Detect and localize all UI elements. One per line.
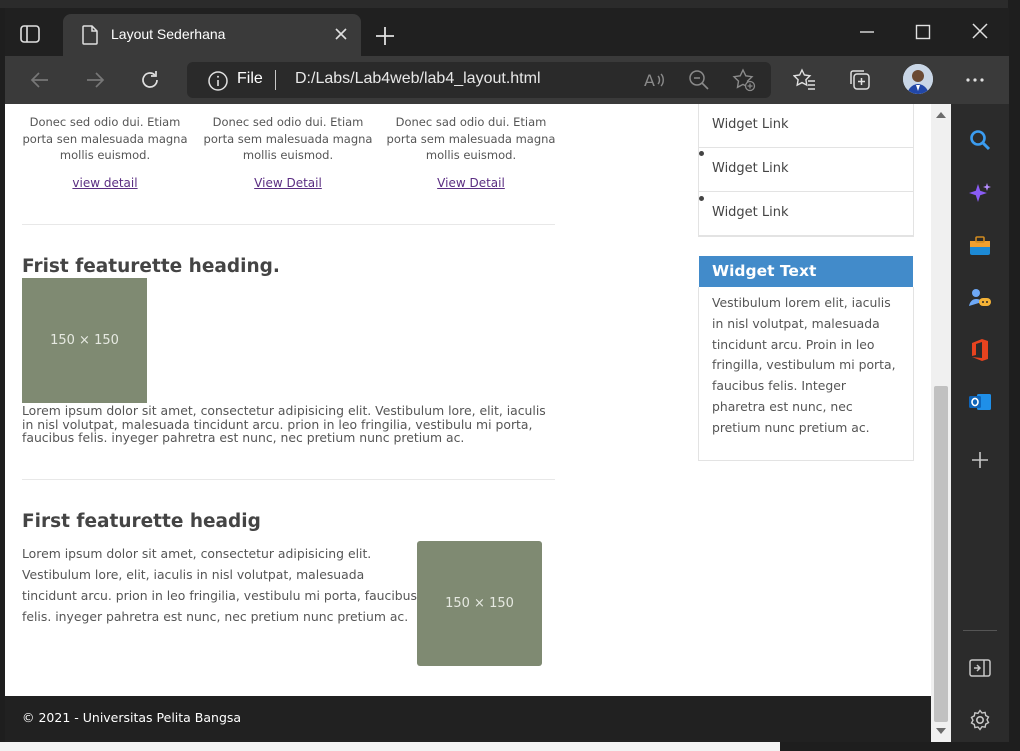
page-viewport: Donec sed odio dui. Etiam porta sen male… <box>5 104 931 742</box>
outlook-icon[interactable] <box>968 390 992 414</box>
tab-actions-icon[interactable] <box>19 24 43 46</box>
view-detail-link[interactable]: view detail <box>72 176 137 190</box>
widget-text-body: Vestibulum lorem elit, iaculis in nisl v… <box>712 295 896 435</box>
settings-icon[interactable] <box>968 708 992 732</box>
tab-title: Layout Sederhana <box>111 26 226 42</box>
widget-text-title: Widget Text <box>699 256 913 287</box>
close-icon[interactable] <box>333 26 349 42</box>
title-bar: Layout Sederhana <box>5 8 1009 56</box>
minimize-icon[interactable] <box>857 22 877 42</box>
address-url[interactable]: D:/Labs/Lab4web/lab4_layout.html <box>295 70 541 88</box>
widget-link-label: Widget Link <box>712 117 789 132</box>
collections-icon[interactable] <box>848 68 872 92</box>
widget-links-box: Widget Link Widget Link Widget Link <box>698 104 914 237</box>
background-editor-top <box>0 0 1020 8</box>
vertical-scrollbar[interactable] <box>931 104 951 742</box>
scroll-up-icon[interactable] <box>936 112 946 118</box>
featurette-text: Lorem ipsum dolor sit amet, consectetur … <box>22 546 417 624</box>
office-icon[interactable] <box>968 338 992 362</box>
hide-sidebar-icon[interactable] <box>968 656 992 680</box>
list-bullet <box>699 196 704 201</box>
page-icon <box>81 25 99 45</box>
feature-column: Donec sed odio dui. Etiam porta sen male… <box>20 114 190 191</box>
widget-link[interactable]: Widget Link <box>699 192 913 236</box>
background-editor-bottom <box>0 742 1020 751</box>
feature-column: Donec sad odio dui. Etiam porta sem male… <box>386 114 556 191</box>
more-icon[interactable] <box>963 68 987 92</box>
view-detail-link[interactable]: View Detail <box>254 176 322 190</box>
search-icon[interactable] <box>968 128 992 152</box>
back-arrow-icon[interactable] <box>28 68 52 92</box>
toolbar: File D:/Labs/Lab4web/lab4_layout.html A <box>5 56 1009 104</box>
sidebar-divider <box>963 630 997 631</box>
zoom-out-icon[interactable] <box>687 68 711 92</box>
plus-icon[interactable] <box>373 24 397 48</box>
svg-text:A: A <box>644 71 655 90</box>
tab-active[interactable]: Layout Sederhana <box>63 14 361 56</box>
divider <box>22 224 555 225</box>
scroll-down-icon[interactable] <box>936 728 946 734</box>
featurette-text: Lorem ipsum dolor sit amet, consectetur … <box>22 403 546 445</box>
briefcase-icon[interactable] <box>968 234 992 258</box>
column-text: Donec sed odio dui. Etiam porta sem male… <box>203 115 373 162</box>
browser-window: Layout Sederhana File D:/Labs/Lab4web/la… <box>5 8 1009 742</box>
widget-link[interactable]: Widget Link <box>699 104 913 148</box>
games-icon[interactable] <box>968 286 992 310</box>
add-icon[interactable] <box>968 448 992 472</box>
add-favorite-icon[interactable] <box>732 68 756 92</box>
widget-link[interactable]: Widget Link <box>699 148 913 192</box>
address-bar[interactable]: File D:/Labs/Lab4web/lab4_layout.html A <box>187 62 771 98</box>
refresh-icon[interactable] <box>138 68 162 92</box>
list-bullet <box>699 151 704 156</box>
widget-link-label: Widget Link <box>712 205 789 220</box>
view-detail-link[interactable]: View Detail <box>437 176 505 190</box>
read-aloud-icon[interactable]: A <box>642 68 666 92</box>
widget-text-box: Vestibulum lorem elit, iaculis in nisl v… <box>698 287 914 461</box>
column-text: Donec sad odio dui. Etiam porta sem male… <box>386 115 556 162</box>
favorites-icon[interactable] <box>792 68 817 92</box>
placeholder-image: 150 × 150 <box>22 278 147 403</box>
browser-sidebar <box>951 104 1009 742</box>
feature-column: Donec sed odio dui. Etiam porta sem male… <box>203 114 373 191</box>
widget-link-label: Widget Link <box>712 161 789 176</box>
address-scheme: File <box>237 70 263 87</box>
forward-arrow-icon[interactable] <box>83 68 107 92</box>
avatar[interactable] <box>903 64 933 94</box>
maximize-icon[interactable] <box>913 22 933 42</box>
placeholder-image: 150 × 150 <box>417 541 542 666</box>
footer-text: © 2021 - Universitas Pelita Bangsa <box>22 710 242 725</box>
column-text: Donec sed odio dui. Etiam porta sen male… <box>22 115 188 162</box>
page-footer: © 2021 - Universitas Pelita Bangsa <box>5 696 931 742</box>
featurette-heading: Frist featurette heading. <box>22 256 280 277</box>
address-separator <box>275 70 276 90</box>
divider <box>22 479 555 480</box>
info-icon[interactable] <box>207 70 229 92</box>
background-editor-right <box>1008 0 1020 751</box>
scrollbar-thumb[interactable] <box>934 386 948 722</box>
featurette-heading: First featurette headig <box>22 511 261 532</box>
sparkle-icon[interactable] <box>968 182 992 206</box>
window-close-icon[interactable] <box>969 20 991 42</box>
